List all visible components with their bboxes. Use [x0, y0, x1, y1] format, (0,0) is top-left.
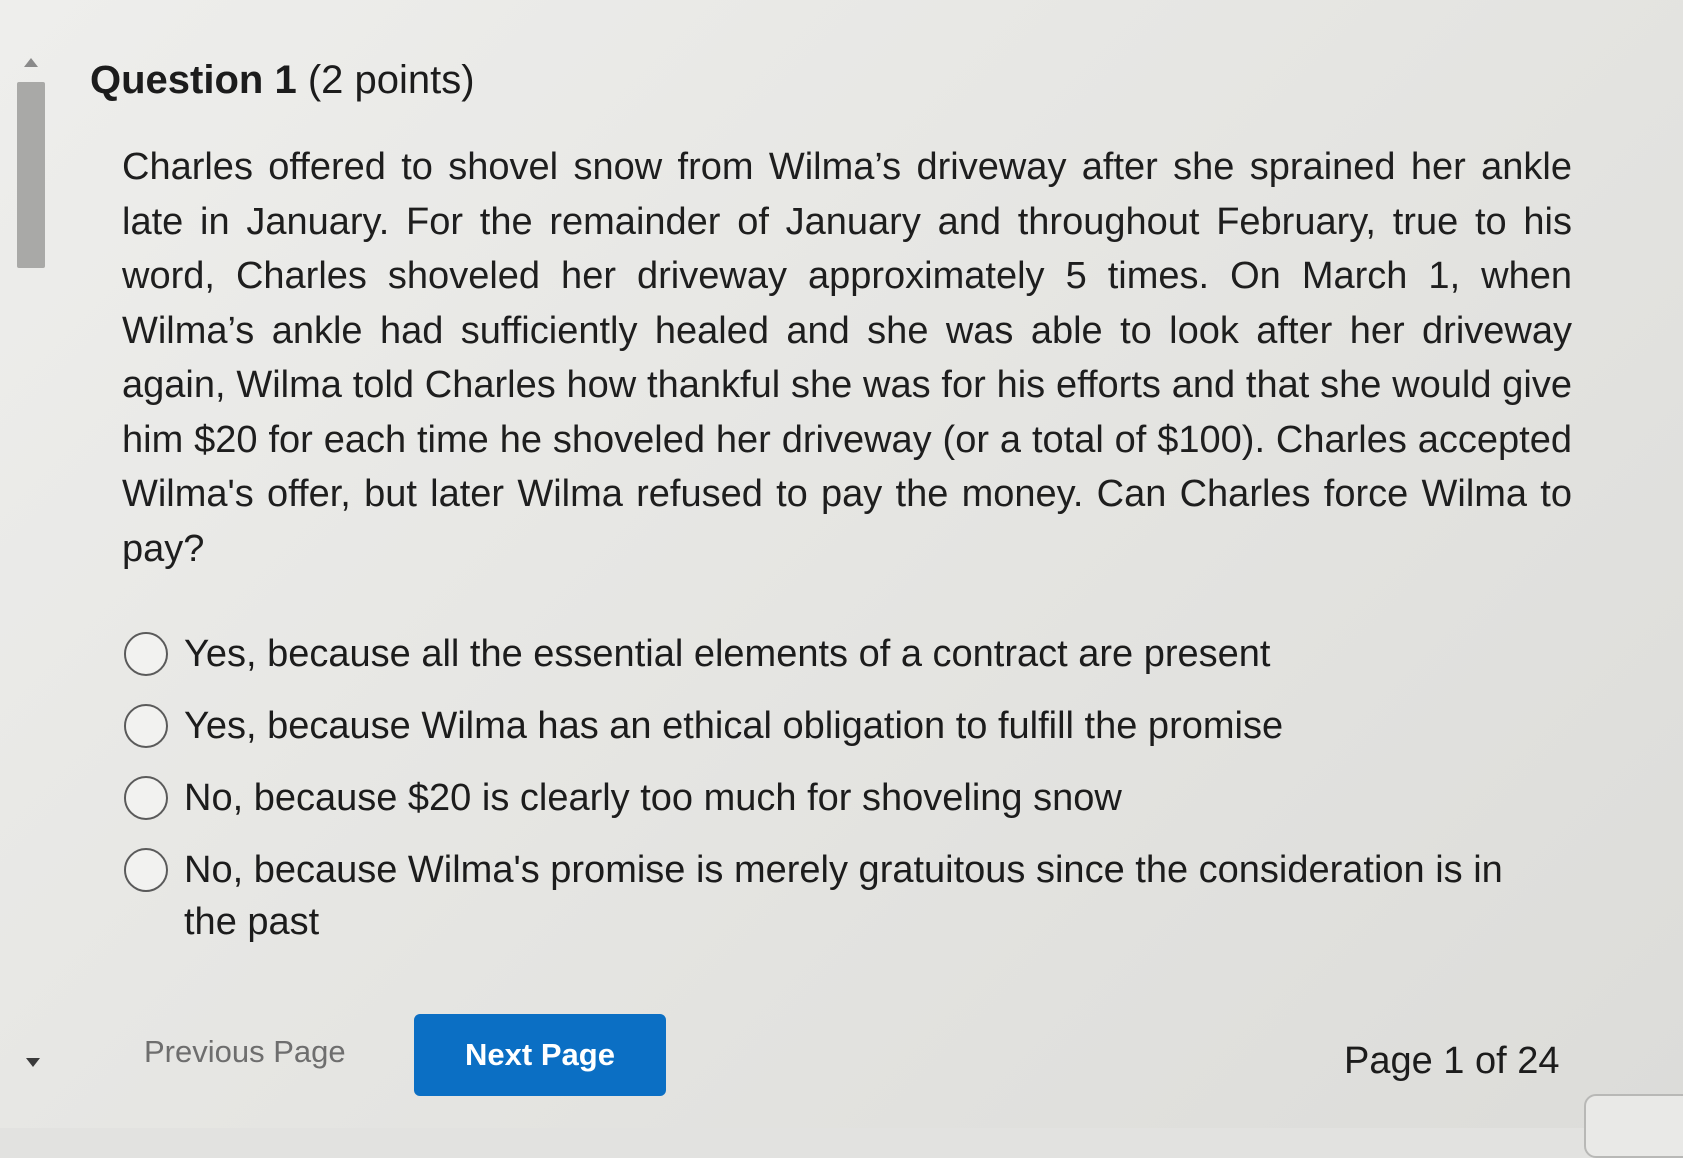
- question-title: Question 1: [90, 58, 297, 102]
- answer-option-2[interactable]: Yes, because Wilma has an ethical obliga…: [124, 700, 1544, 752]
- question-points: (2 points): [307, 58, 475, 102]
- question-header: Question 1 (2 points): [90, 58, 475, 103]
- scroll-down-arrow-icon[interactable]: [26, 1058, 40, 1067]
- answer-options: Yes, because all the essential elements …: [124, 628, 1544, 968]
- next-page-button[interactable]: Next Page: [414, 1014, 666, 1096]
- radio-button[interactable]: [124, 704, 168, 748]
- previous-page-button[interactable]: Previous Page: [144, 1012, 346, 1092]
- scroll-thumb[interactable]: [17, 82, 45, 268]
- answer-option-label[interactable]: No, because Wilma's promise is merely gr…: [184, 844, 1544, 948]
- question-text: Charles offered to shovel snow from Wilm…: [122, 146, 1572, 570]
- answer-option-4[interactable]: No, because Wilma's promise is merely gr…: [124, 844, 1544, 948]
- radio-button[interactable]: [124, 776, 168, 820]
- radio-button[interactable]: [124, 632, 168, 676]
- answer-option-label[interactable]: Yes, because all the essential elements …: [184, 628, 1544, 680]
- answer-option-label[interactable]: No, because $20 is clearly too much for …: [184, 772, 1544, 824]
- quiz-screen: Question 1 (2 points) Charles offered to…: [0, 0, 1683, 1158]
- answer-option-1[interactable]: Yes, because all the essential elements …: [124, 628, 1544, 680]
- vertical-scrollbar[interactable]: [14, 58, 48, 1078]
- corner-panel: [1584, 1094, 1683, 1158]
- answer-option-3[interactable]: No, because $20 is clearly too much for …: [124, 772, 1544, 824]
- page-indicator: Page 1 of 24: [1344, 1040, 1560, 1082]
- radio-button[interactable]: [124, 848, 168, 892]
- scroll-up-arrow-icon[interactable]: [24, 58, 38, 67]
- answer-option-label[interactable]: Yes, because Wilma has an ethical obliga…: [184, 700, 1544, 752]
